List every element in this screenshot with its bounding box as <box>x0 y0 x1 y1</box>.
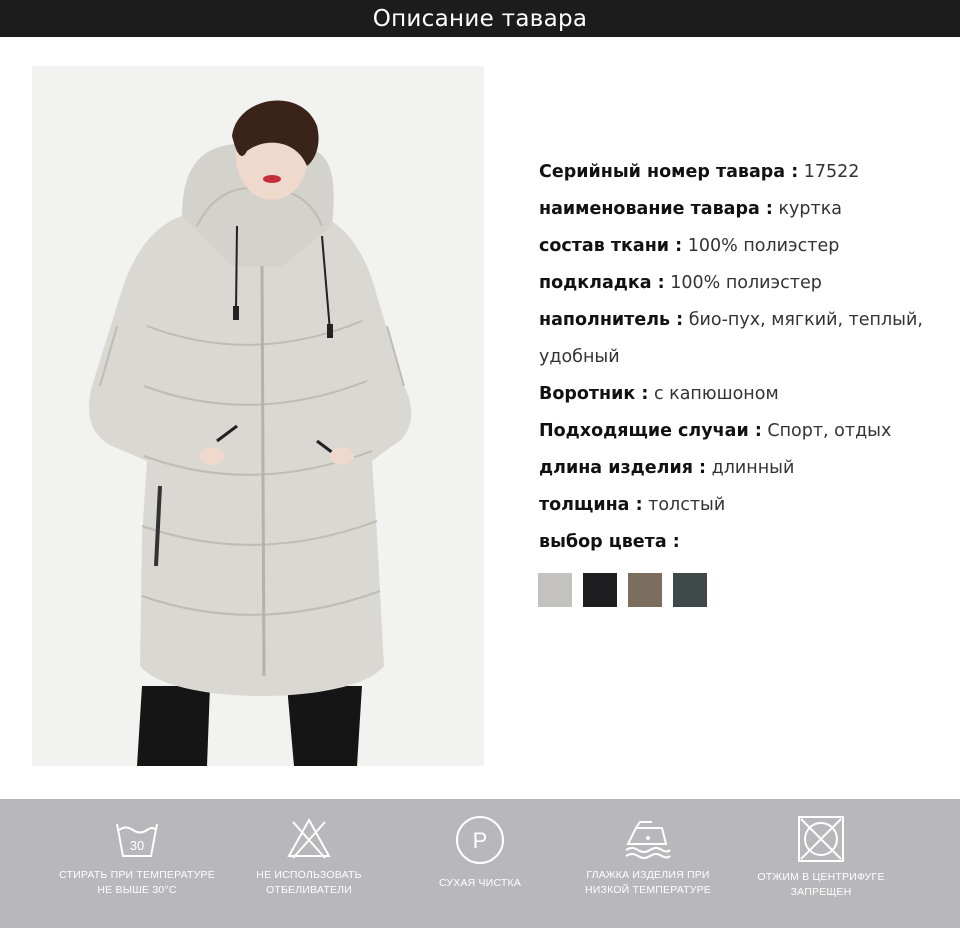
care-item-dry-clean: P СУХАЯ ЧИСТКА <box>390 799 570 891</box>
spec-row-occasion: Подходящие случаи : Спорт, отдых <box>539 413 939 450</box>
spec-label: подкладка : <box>539 273 665 293</box>
care-label-line1: СТИРАТЬ ПРИ ТЕМПЕРАТУРЕ <box>59 869 215 881</box>
spec-row-color-choice: выбор цвета : <box>539 524 939 561</box>
spec-row-thickness: толщина : толстый <box>539 487 939 524</box>
spec-row-fabric: состав ткани : 100% полиэстер <box>539 228 939 265</box>
model-in-coat-image <box>32 66 484 766</box>
spec-row-filler: наполнитель : био-пух, мягкий, теплый, у… <box>539 302 939 376</box>
color-swatch-black[interactable] <box>583 573 617 607</box>
spec-value: 17522 <box>798 162 860 182</box>
care-item-wash: 30 СТИРАТЬ ПРИ ТЕМПЕРАТУРЕ НЕ ВЫШЕ 30°С <box>47 799 227 898</box>
spec-value: длинный <box>706 458 795 478</box>
care-label-line1: ГЛАЖКА ИЗДЕЛИЯ ПРИ <box>586 869 710 881</box>
care-label-line1: НЕ ИСПОЛЬЗОВАТЬ <box>256 869 362 881</box>
spec-label: наименование тавара : <box>539 199 773 219</box>
spec-label: Подходящие случаи : <box>539 421 762 441</box>
spec-value: 100% полиэстер <box>664 273 822 293</box>
dry-clean-icon: P <box>456 816 504 864</box>
care-label-line2: ОТБЕЛИВАТЕЛИ <box>265 884 352 896</box>
care-instructions: 30 СТИРАТЬ ПРИ ТЕМПЕРАТУРЕ НЕ ВЫШЕ 30°С Н… <box>0 799 960 928</box>
header-bar: Описание тавара <box>0 0 960 37</box>
dry-clean-letter: P <box>473 828 488 853</box>
spec-value: толстый <box>642 495 726 515</box>
spec-label: длина изделия : <box>539 458 707 478</box>
care-item-bleach: НЕ ИСПОЛЬЗОВАТЬ ОТБЕЛИВАТЕЛИ <box>219 799 399 898</box>
spec-row-lining: подкладка : 100% полиэстер <box>539 265 939 302</box>
no-bleach-icon <box>287 817 331 859</box>
color-swatch-light-grey[interactable] <box>538 573 572 607</box>
care-label-line2: НИЗКОЙ ТЕМПЕРАТУРЕ <box>585 884 711 896</box>
care-item-tumble: ОТЖИМ В ЦЕНТРИФУГЕ ЗАПРЕЩЕН <box>731 799 911 900</box>
product-photo <box>32 66 484 766</box>
page-title: Описание тавара <box>372 5 588 32</box>
spec-row-length: длина изделия : длинный <box>539 450 939 487</box>
care-label-line2: НЕ ВЫШЕ 30°С <box>97 884 177 896</box>
spec-label: выбор цвета : <box>539 532 680 552</box>
spec-label: Серийный номер тавара : <box>539 162 799 182</box>
spec-row-collar: Воротник : с капюшоном <box>539 376 939 413</box>
wash-30-icon: 30 <box>116 823 158 857</box>
spec-value: 100% полиэстер <box>682 236 840 256</box>
care-label-line1: СУХАЯ ЧИСТКА <box>438 877 522 889</box>
no-tumble-dry-icon <box>798 816 844 862</box>
spec-value: с капюшоном <box>648 384 779 404</box>
care-label-line1: ОТЖИМ В ЦЕНТРИФУГЕ <box>757 871 885 883</box>
spec-value: Спорт, отдых <box>761 421 892 441</box>
color-swatch-brown[interactable] <box>628 573 662 607</box>
color-swatches <box>538 573 707 607</box>
care-label-line2: ЗАПРЕЩЕН <box>790 886 852 898</box>
spec-list: Серийный номер тавара : 17522 наименован… <box>539 154 939 561</box>
spec-label: состав ткани : <box>539 236 683 256</box>
spec-label: наполнитель : <box>539 310 684 330</box>
spec-label: толщина : <box>539 495 643 515</box>
wash-temp-text: 30 <box>130 838 144 853</box>
spec-row-serial: Серийный номер тавара : 17522 <box>539 154 939 191</box>
spec-label: Воротник : <box>539 384 649 404</box>
spec-value: куртка <box>772 199 843 219</box>
spec-row-name: наименование тавара : куртка <box>539 191 939 228</box>
care-item-iron: ГЛАЖКА ИЗДЕЛИЯ ПРИ НИЗКОЙ ТЕМПЕРАТУРЕ <box>558 799 738 898</box>
color-swatch-dark-green[interactable] <box>673 573 707 607</box>
iron-low-icon <box>625 821 671 859</box>
